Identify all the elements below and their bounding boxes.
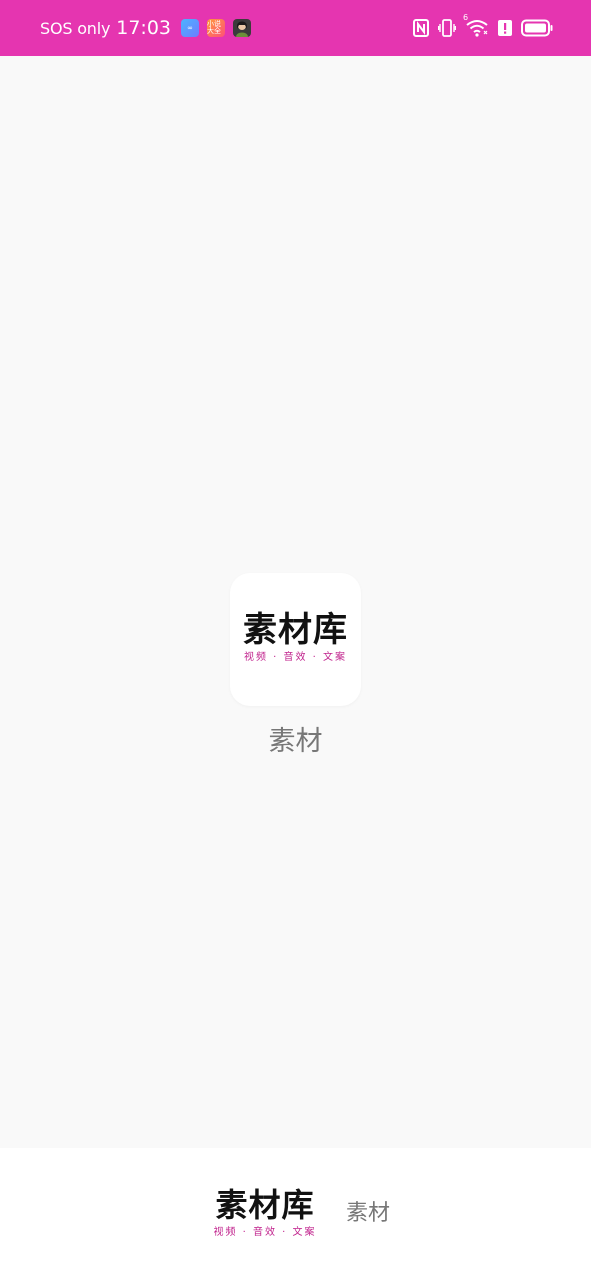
status-left: SOS only 17:03 ∞ 小说大全: [40, 0, 255, 56]
app-logo-text: 素材库: [243, 610, 348, 650]
app-name: 素材: [268, 726, 323, 757]
status-bar: SOS only 17:03 ∞ 小说大全 6: [0, 0, 591, 56]
chat-app-icon: ∞: [181, 19, 200, 37]
avatar-app-icon: [233, 19, 252, 37]
nfc-icon: [413, 19, 429, 37]
app-icon: 素材库 视频 · 音效 · 文案: [230, 573, 361, 706]
clock: 17:03: [116, 17, 172, 39]
wifi-generation: 6: [463, 13, 469, 22]
battery-icon: [521, 19, 553, 37]
splash-screen: 素材库 视频 · 音效 · 文案 素材: [0, 56, 591, 1148]
app-logo-subtitle: 视频 · 音效 · 文案: [243, 652, 348, 663]
alert-icon: [498, 19, 512, 37]
novel-app-icon: 小说大全: [207, 19, 226, 37]
footer-logo: 素材库 视频 · 音效 · 文案: [208, 1186, 322, 1246]
footer-logo-subtitle: 视频 · 音效 · 文案: [213, 1227, 317, 1238]
carrier-label: SOS only: [40, 18, 111, 38]
wifi-6-icon: 6: [463, 13, 489, 37]
splash-footer: 素材库 视频 · 音效 · 文案 素材: [0, 1148, 591, 1280]
status-right: 6: [413, 0, 553, 56]
vibrate-icon: [438, 18, 456, 38]
footer-logo-text: 素材库: [215, 1186, 315, 1224]
footer-app-name: 素材: [346, 1201, 391, 1226]
